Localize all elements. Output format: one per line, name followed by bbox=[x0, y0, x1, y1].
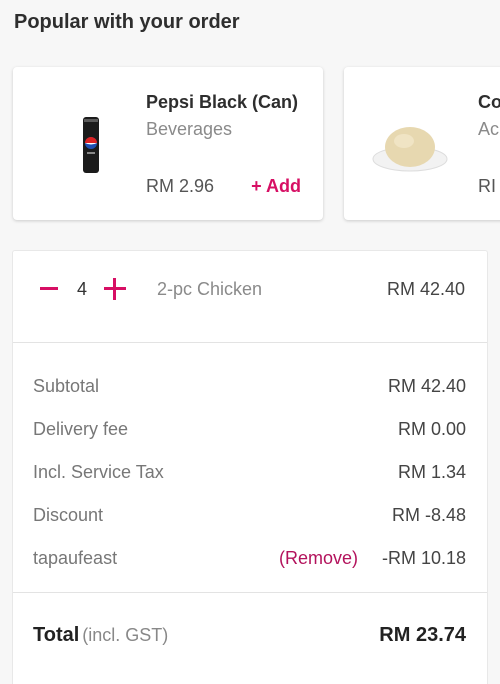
line-label: Delivery fee bbox=[33, 419, 129, 439]
line-label: Incl. Service Tax bbox=[33, 462, 164, 482]
product-price: RI bbox=[478, 176, 496, 196]
product-card-rice[interactable]: Co Ac RI bbox=[344, 67, 500, 220]
cart-item-name: 2-pc Chicken bbox=[157, 279, 263, 299]
cart-item-price: RM 42.40 bbox=[386, 279, 465, 299]
product-name: Pepsi Black (Can) bbox=[146, 92, 299, 112]
line-value: RM 42.40 bbox=[387, 376, 466, 396]
line-value: -RM 10.18 bbox=[381, 548, 466, 568]
line-value: RM 1.34 bbox=[397, 462, 466, 482]
line-value: RM 0.00 bbox=[397, 419, 466, 439]
product-category: Ac bbox=[478, 119, 500, 139]
subtotal-row: Subtotal RM 42.40 bbox=[33, 376, 466, 400]
rice-dish-image bbox=[372, 127, 448, 172]
pepsi-can-image bbox=[83, 117, 99, 173]
voucher-code: tapaufeast bbox=[33, 548, 118, 568]
add-button[interactable]: + Add bbox=[251, 176, 301, 197]
product-price: RM 2.96 bbox=[146, 176, 215, 196]
line-label: Subtotal bbox=[33, 376, 100, 396]
product-card-pepsi[interactable]: Pepsi Black (Can) Beverages RM 2.96 + Ad… bbox=[13, 67, 323, 220]
divider bbox=[13, 592, 487, 593]
voucher-row: tapaufeast (Remove) -RM 10.18 bbox=[33, 548, 466, 572]
order-summary: 4 2-pc Chicken RM 42.40 Subtotal RM 42.4… bbox=[12, 250, 488, 684]
total-sublabel: (incl. GST) bbox=[82, 625, 169, 645]
quantity-value: 4 bbox=[77, 279, 88, 299]
decrease-quantity-button[interactable] bbox=[38, 277, 60, 299]
product-category: Beverages bbox=[146, 119, 233, 139]
product-name: Co bbox=[478, 92, 500, 112]
discount-row: Discount RM -8.48 bbox=[33, 505, 466, 529]
line-value: RM -8.48 bbox=[391, 505, 466, 525]
service-tax-row: Incl. Service Tax RM 1.34 bbox=[33, 462, 466, 486]
total-label: Total bbox=[33, 624, 80, 646]
line-label: Discount bbox=[33, 505, 104, 525]
delivery-fee-row: Delivery fee RM 0.00 bbox=[33, 419, 466, 443]
popular-carousel[interactable]: Pepsi Black (Can) Beverages RM 2.96 + Ad… bbox=[0, 0, 500, 240]
increase-quantity-button[interactable] bbox=[103, 277, 127, 301]
total-value: RM 23.74 bbox=[379, 624, 466, 646]
divider bbox=[13, 342, 487, 343]
total-row: Total (incl. GST) RM 23.74 bbox=[33, 624, 466, 647]
cart-item-row: 4 2-pc Chicken RM 42.40 bbox=[13, 251, 487, 343]
remove-voucher-link[interactable]: (Remove) bbox=[279, 548, 358, 569]
